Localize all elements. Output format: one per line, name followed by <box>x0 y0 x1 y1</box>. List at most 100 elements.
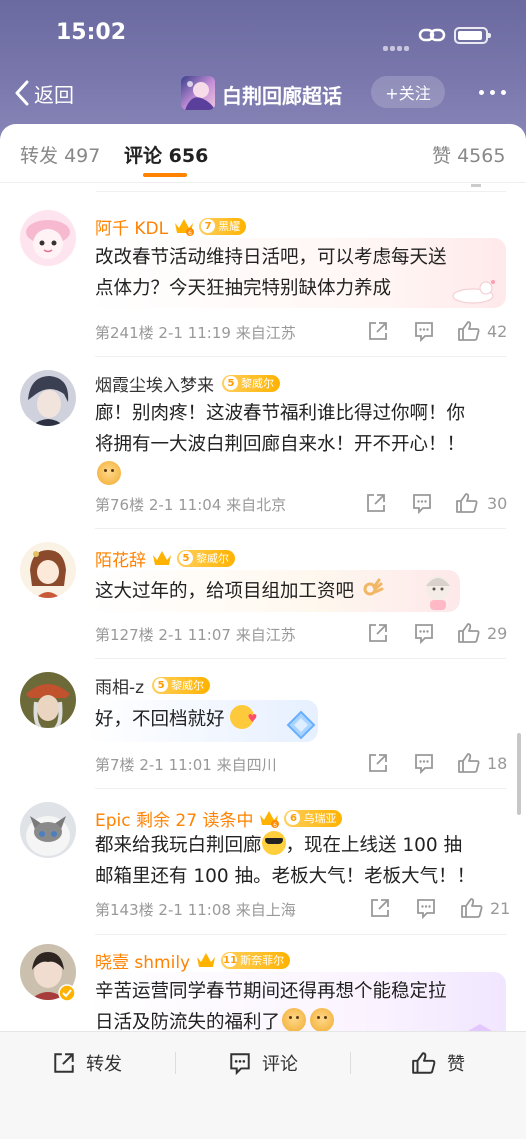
chevron-left-icon <box>15 80 29 106</box>
thumbs-up-icon <box>458 321 480 341</box>
tab-repost[interactable]: 转发 497 <box>20 141 100 168</box>
like-count: 18 <box>487 753 508 773</box>
more-options-button[interactable] <box>472 80 512 104</box>
like-post-button[interactable]: 赞 <box>411 1050 465 1076</box>
follow-button[interactable]: +关注 <box>371 76 445 108</box>
repost-label: 转发 <box>86 1054 122 1075</box>
share-button[interactable] <box>369 897 391 919</box>
signal-icon <box>383 36 411 51</box>
share-button[interactable] <box>367 320 389 342</box>
avatar[interactable] <box>20 802 76 858</box>
page-title: 白荆回廊超话 <box>222 84 342 108</box>
verified-badge-icon <box>58 984 76 1002</box>
divider <box>95 658 506 659</box>
user-name[interactable]: 陌花辞 <box>95 546 146 571</box>
user-name[interactable]: 阿千 KDL <box>95 214 168 239</box>
share-icon <box>369 322 387 340</box>
comment-text: 都来给我玩白荆回廊 ，现在上线送 100 抽 邮箱里还有 100 抽。老板大气！老… <box>95 830 475 892</box>
back-button[interactable]: 返回 <box>14 78 74 108</box>
divider <box>0 182 526 183</box>
comment-meta: 第127楼 2-1 11:07 来自江苏 <box>95 626 296 644</box>
fan-badge: 7 黑耀 <box>199 217 247 235</box>
reply-button[interactable] <box>413 320 435 342</box>
doge-emoji-icon <box>97 461 121 485</box>
comment-icon <box>230 1053 250 1075</box>
comment-header: 雨相-z 5 黎威尔 <box>95 672 211 698</box>
avatar[interactable] <box>20 542 76 598</box>
share-button[interactable] <box>365 492 387 514</box>
like-button[interactable]: 29 <box>457 622 507 644</box>
user-name[interactable]: 晓壹 shmily <box>95 948 190 973</box>
crown-icon <box>151 547 173 569</box>
crown-icon: 6 <box>173 215 195 237</box>
avatar[interactable] <box>20 370 76 426</box>
comment-icon <box>415 754 433 774</box>
scrollbar[interactable] <box>517 733 521 815</box>
crown-icon: 6 <box>258 807 280 829</box>
like-button[interactable]: 42 <box>457 320 507 342</box>
user-name[interactable]: Epic 剩余 27 读条中 <box>95 806 253 831</box>
repost-button[interactable]: 转发 <box>52 1050 122 1076</box>
comment-text: 这大过年的，给项目组加工资吧 <box>95 576 384 607</box>
comment-text: 廊！别肉疼！这波春节福利谁比得过你啊！你 将拥有一大波白荆回廊自来水！开不开心！… <box>95 398 465 491</box>
link-icon <box>418 28 446 42</box>
avatar[interactable] <box>20 210 76 266</box>
sunglasses-emoji-icon <box>261 831 286 855</box>
user-name[interactable]: 雨相-z <box>95 673 144 698</box>
bottom-action-bar: 转发 评论 赞 <box>0 1031 526 1139</box>
comment-meta: 第76楼 2-1 11:04 来自北京 <box>95 496 287 514</box>
battery-icon <box>454 27 491 44</box>
comment-button[interactable]: 评论 <box>228 1050 298 1076</box>
comment-text: 改改春节活动维持日活吧，可以考虑每天送 点体力？今天狂抽完特别缺体力养成 <box>95 247 447 299</box>
comment-label: 评论 <box>262 1054 298 1075</box>
share-icon <box>369 624 387 642</box>
reply-button[interactable] <box>413 752 435 774</box>
thumbs-up-icon <box>458 753 480 773</box>
svg-text:6: 6 <box>188 230 192 237</box>
ok-hand-emoji-icon <box>360 577 384 601</box>
like-count: 42 <box>487 321 508 341</box>
comment-header: 烟霞尘埃入梦来 5 黎威尔 <box>95 370 280 396</box>
comment-meta: 第7楼 2-1 11:01 来自四川 <box>95 756 277 774</box>
thumbs-up-icon <box>412 1052 436 1074</box>
fan-badge: 6 乌瑞亚 <box>284 809 343 827</box>
comment-text: 好，不回档就好 <box>95 703 257 735</box>
doge-emoji-icon <box>310 1008 335 1032</box>
share-icon <box>54 1053 74 1073</box>
divider <box>95 934 506 935</box>
comment-meta: 第241楼 2-1 11:19 来自江苏 <box>95 324 296 342</box>
share-icon <box>371 899 389 917</box>
svg-text:6: 6 <box>274 822 278 829</box>
like-button[interactable]: 21 <box>460 897 510 919</box>
doge-emoji-icon <box>282 1008 307 1032</box>
user-name[interactable]: 烟霞尘埃入梦来 <box>95 371 214 396</box>
share-button[interactable] <box>367 622 389 644</box>
comment-header: Epic 剩余 27 读条中 6 6 乌瑞亚 <box>95 805 343 831</box>
divider <box>95 528 506 529</box>
tab-likes[interactable]: 赞 4565 <box>432 141 505 168</box>
tab-comments[interactable]: 评论 656 <box>124 141 208 168</box>
like-count: 29 <box>487 623 508 643</box>
comment-icon <box>415 322 433 342</box>
share-icon <box>369 754 387 772</box>
reply-button[interactable] <box>413 622 435 644</box>
fan-badge: 5 黎威尔 <box>222 374 280 392</box>
navbar: 返回 白荆回廊超话 +关注 <box>0 70 526 116</box>
avatar[interactable] <box>20 672 76 728</box>
like-button[interactable]: 18 <box>457 752 507 774</box>
decor-gem-icon <box>286 710 316 740</box>
kiss-emoji-icon <box>230 703 257 734</box>
reply-button[interactable] <box>415 897 437 919</box>
comment-icon <box>415 624 433 644</box>
share-button[interactable] <box>367 752 389 774</box>
decor-character-icon <box>426 576 450 610</box>
comment-icon <box>417 899 435 919</box>
like-count: 30 <box>487 493 508 513</box>
like-label: 赞 <box>447 1054 465 1075</box>
decor-cat-icon <box>452 280 495 304</box>
like-button[interactable]: 30 <box>455 492 507 514</box>
reply-button[interactable] <box>411 492 433 514</box>
topic-avatar[interactable] <box>181 76 215 110</box>
comment-header: 陌花辞 5 黎威尔 <box>95 545 235 571</box>
fan-badge: 11 斯奈菲尔 <box>221 951 291 969</box>
